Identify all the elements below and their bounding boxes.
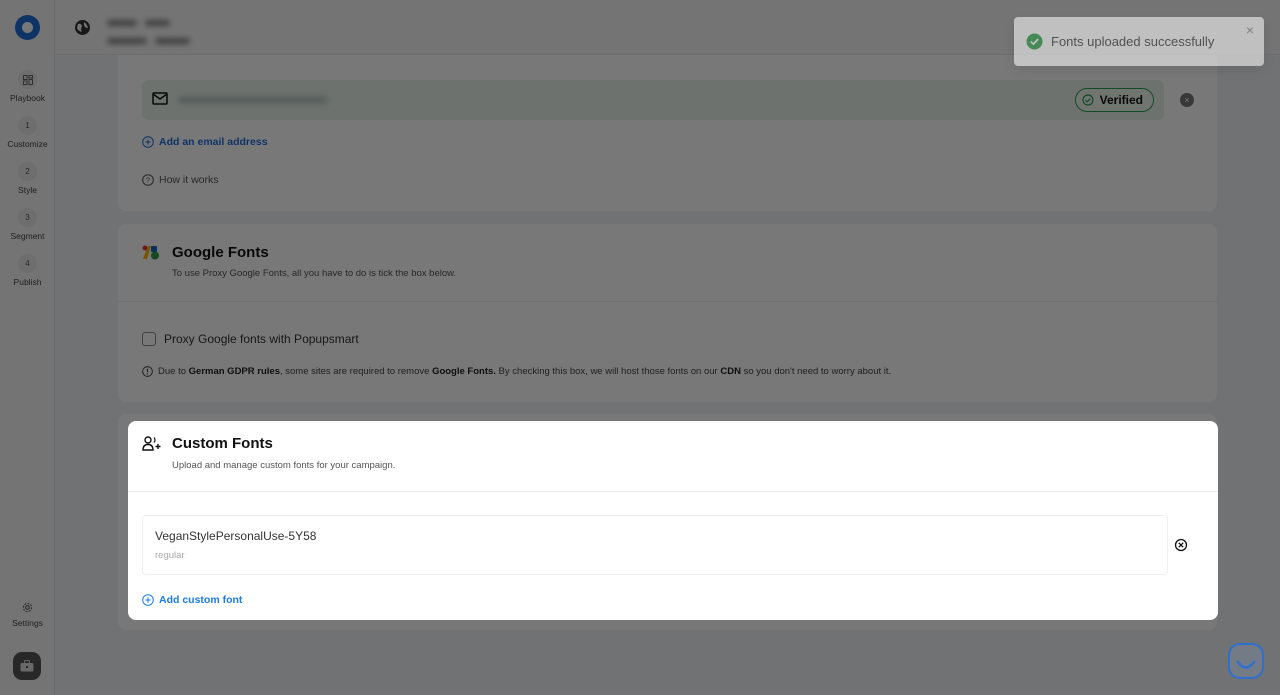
smile-icon: [1236, 660, 1256, 669]
custom-fonts-title: Custom Fonts: [172, 435, 273, 452]
chat-widget-button[interactable]: [1228, 643, 1264, 679]
custom-fonts-card: Custom Fonts Upload and manage custom fo…: [128, 421, 1218, 620]
toast-message: Fonts uploaded successfully: [1051, 34, 1215, 49]
divider: [128, 491, 1218, 492]
custom-fonts-subtitle: Upload and manage custom fonts for your …: [172, 460, 396, 471]
users-plus-icon: [142, 436, 161, 451]
success-check-icon: [1026, 33, 1043, 50]
success-toast: Fonts uploaded successfully ×: [1014, 17, 1264, 66]
add-custom-font-button[interactable]: Add custom font: [142, 594, 242, 606]
font-name: VeganStylePersonalUse-5Y58: [155, 529, 317, 543]
add-custom-font-label: Add custom font: [159, 594, 243, 606]
remove-font-button[interactable]: [1174, 538, 1188, 552]
font-weight: regular: [155, 550, 185, 561]
plus-circle-icon: [142, 594, 154, 606]
toast-close-button[interactable]: ×: [1246, 22, 1254, 38]
font-list-item: VeganStylePersonalUse-5Y58 regular: [142, 515, 1168, 575]
